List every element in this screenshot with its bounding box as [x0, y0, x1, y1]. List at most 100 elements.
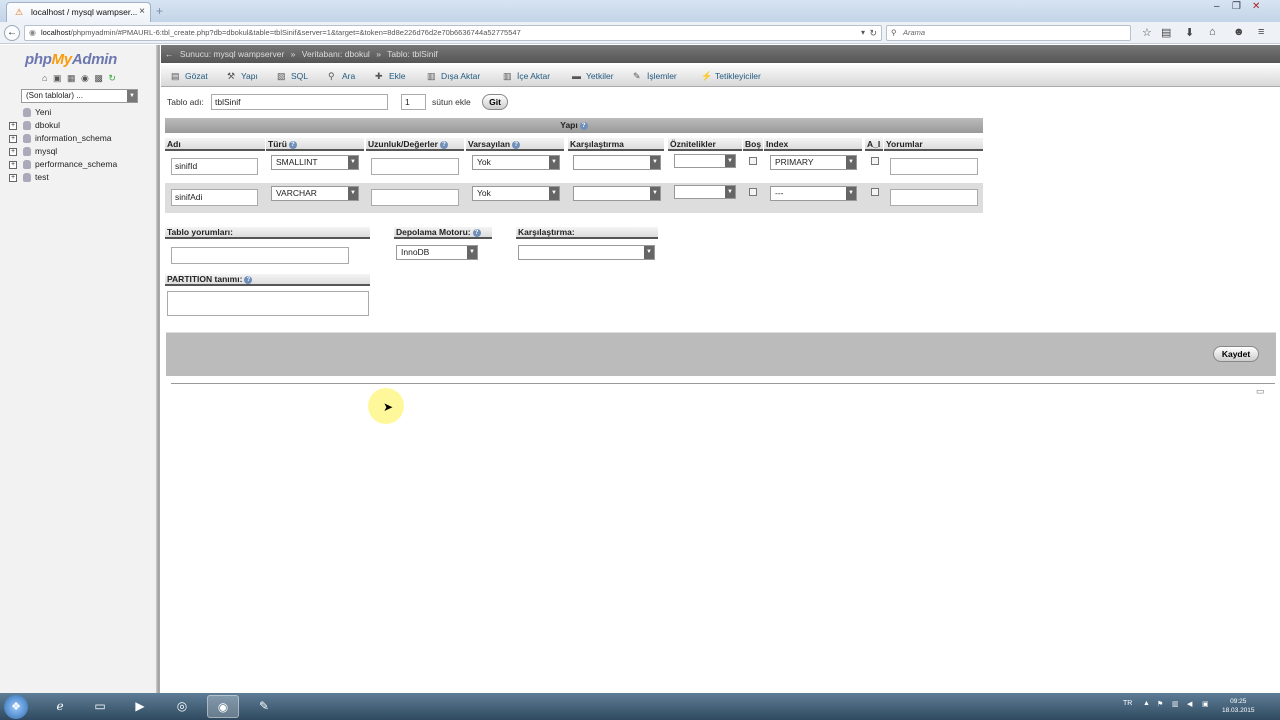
query-window-icon[interactable]: ▦ [67, 73, 76, 83]
tab-operations[interactable]: ✎ İşlemler [633, 68, 677, 84]
column-length-input[interactable] [371, 158, 459, 175]
internet-explorer-icon[interactable]: ℯ [44, 695, 76, 718]
reload-nav-icon[interactable]: ↻ [108, 73, 116, 83]
minimize-icon[interactable]: – [1214, 1, 1220, 12]
tree-item-dbokul[interactable]: + dbokul [8, 119, 117, 132]
tab-triggers[interactable]: ⚡ Tetikleyiciler [701, 68, 761, 84]
column-type-select[interactable]: VARCHAR ▼ [271, 186, 359, 201]
partition-textarea[interactable] [167, 291, 369, 316]
expand-icon[interactable]: + [9, 161, 17, 169]
expand-icon[interactable]: + [9, 135, 17, 143]
column-type-select[interactable]: SMALLINT ▼ [271, 155, 359, 170]
url-dropdown-icon[interactable]: ▾ [861, 26, 865, 40]
close-window-icon[interactable]: ✕ [1252, 1, 1260, 12]
tree-item-information-schema[interactable]: + information_schema [8, 132, 117, 145]
collapse-nav-icon[interactable]: ← [165, 49, 174, 59]
breadcrumb-server[interactable]: Sunucu: mysql wampserver [180, 49, 284, 59]
column-attributes-select[interactable]: ▼ [674, 154, 736, 168]
breadcrumb-database[interactable]: Veritabanı: dbokul [302, 49, 370, 59]
tab-structure[interactable]: ⚒ Yapı [227, 68, 258, 84]
tab-search[interactable]: ⚲ Ara [328, 68, 355, 84]
text-editor-icon[interactable]: ✎ [248, 695, 280, 718]
tab-export[interactable]: ▥ Dışa Aktar [427, 68, 480, 84]
null-checkbox[interactable] [749, 157, 757, 165]
breadcrumb-table[interactable]: Tablo: tblSinif [387, 49, 438, 59]
chrome-icon[interactable]: ◎ [166, 695, 198, 718]
bookmarks-list-icon[interactable]: ▤ [1161, 26, 1171, 39]
phpmyadmin-logo[interactable]: phpMyAdmin [25, 51, 117, 68]
save-button[interactable]: Kaydet [1213, 346, 1259, 362]
flag-icon[interactable]: ⚑ [1157, 700, 1163, 708]
home-icon[interactable]: ⌂ [1209, 26, 1216, 38]
network-icon[interactable]: ▥ [1172, 700, 1179, 708]
browser-tab[interactable]: ⚠ localhost / mysql wampser... × [6, 2, 151, 22]
table-comments-input[interactable] [171, 247, 349, 264]
recent-tables-select[interactable]: (Son tablolar) ... ▼ [21, 89, 138, 103]
column-length-input[interactable] [371, 189, 459, 206]
menu-icon[interactable]: ≡ [1258, 26, 1264, 38]
power-icon[interactable]: ▣ [1202, 700, 1209, 708]
tab-browse[interactable]: ▤ Gözat [171, 68, 208, 84]
tab-insert[interactable]: ✚ Ekle [375, 68, 406, 84]
auto-increment-checkbox[interactable] [871, 157, 879, 165]
column-attributes-select[interactable]: ▼ [674, 185, 736, 199]
table-name-input[interactable]: tblSinif [211, 94, 388, 110]
chat-icon[interactable]: ☻ [1233, 26, 1245, 38]
bookmark-star-icon[interactable]: ☆ [1142, 26, 1152, 39]
tray-expand-icon[interactable]: ▲ [1143, 700, 1150, 707]
settings-icon[interactable]: ▩ [94, 73, 103, 83]
help-icon[interactable]: ? [472, 228, 481, 237]
help-icon[interactable]: ? [244, 275, 253, 284]
add-columns-count-input[interactable]: 1 [401, 94, 426, 110]
tab-import[interactable]: ▥ İçe Aktar [503, 68, 550, 84]
expand-icon[interactable]: + [9, 174, 17, 182]
reload-icon[interactable]: ↻ [869, 26, 877, 40]
column-name-input[interactable]: sinifAdi [171, 189, 258, 206]
table-collation-select[interactable]: ▼ [518, 245, 655, 260]
column-collation-select[interactable]: ▼ [573, 186, 661, 201]
help-icon[interactable]: ? [579, 121, 588, 130]
auto-increment-checkbox[interactable] [871, 188, 879, 196]
volume-icon[interactable]: ◀ [1187, 700, 1192, 708]
help-icon[interactable]: ? [439, 140, 448, 149]
column-name-input[interactable]: sinifId [171, 158, 258, 175]
start-button[interactable]: ❖ [4, 695, 28, 719]
language-indicator[interactable]: TR [1123, 700, 1132, 707]
search-bar[interactable]: ⚲ Arama [886, 25, 1131, 41]
column-comment-input[interactable] [890, 158, 978, 175]
go-button[interactable]: Git [482, 94, 508, 110]
storage-engine-select[interactable]: InnoDB ▼ [396, 245, 478, 260]
home-icon[interactable]: ⌂ [42, 73, 47, 83]
tab-privileges[interactable]: ▬ Yetkiler [572, 68, 614, 84]
tab-sql[interactable]: ▧ SQL [277, 68, 308, 84]
site-identity-icon[interactable]: ◉ [29, 26, 36, 40]
column-default-select[interactable]: Yok ▼ [472, 155, 560, 170]
help-icon[interactable]: ? [512, 140, 521, 149]
expand-icon[interactable]: + [9, 122, 17, 130]
column-index-select[interactable]: PRIMARY ▼ [770, 155, 857, 170]
maximize-icon[interactable]: ❐ [1232, 1, 1241, 12]
column-default-select[interactable]: Yok ▼ [472, 186, 560, 201]
column-comment-input[interactable] [890, 189, 978, 206]
console-icon[interactable]: ▭ [1256, 386, 1265, 397]
column-index-select[interactable]: --- ▼ [770, 186, 857, 201]
clock[interactable]: 09:25 18.03.2015 [1222, 697, 1255, 715]
file-explorer-icon[interactable]: ▭ [84, 695, 116, 718]
tree-item-performance-schema[interactable]: + performance_schema [8, 158, 117, 171]
firefox-icon[interactable]: ◉ [207, 695, 239, 718]
docs-icon[interactable]: ◉ [81, 73, 89, 83]
downloads-icon[interactable]: ⬇ [1185, 26, 1194, 39]
tree-item-test[interactable]: + test [8, 171, 117, 184]
tree-item-mysql[interactable]: + mysql [8, 145, 117, 158]
back-button[interactable]: ← [4, 25, 20, 41]
close-tab-icon[interactable]: × [139, 6, 145, 17]
tree-item-new[interactable]: Yeni [8, 106, 117, 119]
expand-icon[interactable]: + [9, 148, 17, 156]
url-bar[interactable]: ◉ localhost/phpmyadmin/#PMAURL-6:tbl_cre… [24, 25, 882, 41]
logout-icon[interactable]: ▣ [53, 73, 62, 83]
help-icon[interactable]: ? [288, 140, 297, 149]
null-checkbox[interactable] [749, 188, 757, 196]
new-tab-button[interactable]: + [156, 4, 163, 18]
column-collation-select[interactable]: ▼ [573, 155, 661, 170]
media-player-icon[interactable]: ▶ [124, 695, 156, 718]
